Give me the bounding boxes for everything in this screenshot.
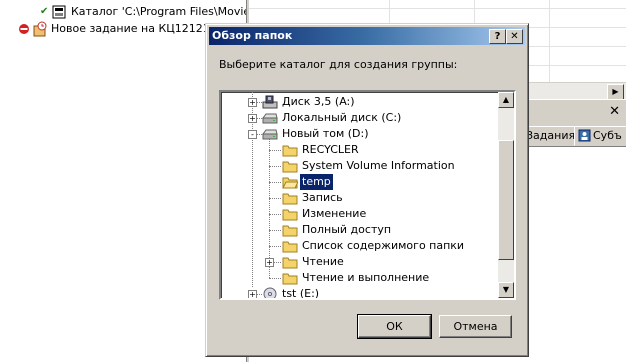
subjects-icon [578, 129, 591, 142]
tree-item-catalog[interactable]: ✔ Каталог 'C:\Program Files\Movie Ma [40, 4, 270, 20]
tab-label: Задания [526, 129, 576, 142]
scroll-right-button[interactable]: ▶ [607, 84, 624, 100]
tree-node-full-access[interactable]: Полный доступ [221, 222, 498, 238]
tree-node-label: Полный доступ [302, 223, 392, 236]
task-icon [33, 21, 47, 37]
tree-node-label: Изменение [302, 207, 367, 220]
tree-node-label: Чтение и выполнение [302, 271, 430, 284]
red-status-icon [34, 0, 48, 2]
tree-item-label: Каталог 'C:\Program Files\Movie Ma [71, 5, 270, 18]
expand-icon[interactable]: + [248, 290, 257, 298]
catalog-icon [52, 5, 66, 19]
tree-node-izmenenie[interactable]: Изменение [221, 206, 498, 222]
tree-node-label: RECYCLER [302, 143, 359, 156]
dialog-prompt: Выберите каталог для создания группы: [219, 58, 458, 71]
tree-node-label: Запись [302, 191, 343, 204]
folder-tree[interactable]: + Диск 3,5 (A:) + Локальный диск (C:) - [219, 90, 516, 300]
folder-icon [282, 225, 298, 237]
check-icon: ✔ [40, 6, 49, 17]
tab-tasks[interactable]: Задания [521, 126, 581, 146]
folder-icon [282, 193, 298, 205]
folder-icon [282, 145, 298, 157]
floppy-drive-icon [262, 95, 278, 109]
dialog-title: Обзор папок [212, 29, 293, 42]
browse-folders-dialog: Обзор папок ? ✕ Выберите каталог для соз… [205, 23, 529, 357]
tree-node-list-folder[interactable]: Список содержимого папки [221, 238, 498, 254]
folder-icon [282, 257, 298, 269]
tree-node-label: Новый том (D:) [282, 127, 369, 140]
folder-icon [282, 209, 298, 221]
tree-item-label: Новое задание на КЦ12121 [51, 22, 210, 35]
close-panel-button[interactable]: ✕ [609, 104, 620, 119]
dialog-titlebar[interactable]: Обзор папок ? ✕ [209, 27, 525, 45]
tree-node-label: Диск 3,5 (A:) [282, 95, 355, 108]
tree-node-label: System Volume Information [302, 159, 455, 172]
folder-icon [282, 161, 298, 173]
expand-icon[interactable]: + [248, 98, 257, 107]
vertical-scrollbar[interactable]: ▲ ▼ [498, 92, 514, 298]
close-button[interactable]: ✕ [506, 29, 523, 44]
tree-node-read[interactable]: + Чтение [221, 254, 498, 270]
folder-icon [282, 241, 298, 253]
expand-icon[interactable]: + [265, 258, 274, 267]
tab-subjects[interactable]: Субъ [574, 126, 626, 146]
scroll-thumb[interactable] [498, 140, 514, 260]
folder-icon [282, 273, 298, 285]
tree-node-label: Список содержимого папки [302, 239, 465, 252]
scroll-down-button[interactable]: ▼ [498, 282, 514, 298]
tree-node-drive-c[interactable]: + Локальный диск (C:) [221, 110, 498, 126]
open-folder-icon [282, 177, 298, 189]
tree-node-label: Чтение [302, 255, 344, 268]
ok-button[interactable]: ОК [357, 314, 432, 339]
tree-node-label: tst (E:) [282, 287, 320, 300]
help-button[interactable]: ? [489, 29, 506, 44]
hard-drive-icon [262, 113, 278, 124]
tree-node-drive-e[interactable]: + tst (E:) [221, 286, 498, 300]
scroll-up-button[interactable]: ▲ [498, 92, 514, 108]
tree-node-recycler[interactable]: RECYCLER [221, 142, 498, 158]
tree-node-zapis[interactable]: Запись [221, 190, 498, 206]
tree-node-drive-d[interactable]: - Новый том (D:) [221, 126, 498, 142]
tree-node-floppy[interactable]: + Диск 3,5 (A:) [221, 94, 498, 110]
expand-icon[interactable]: + [248, 114, 257, 123]
tab-label: Субъ [593, 129, 622, 142]
tree-node-system-volume-information[interactable]: System Volume Information [221, 158, 498, 174]
cd-drive-icon [263, 287, 277, 298]
tree-node-temp[interactable]: temp [221, 174, 498, 190]
cancel-button[interactable]: Отмена [439, 315, 512, 338]
tree-node-label-selected: temp [300, 174, 333, 190]
stop-icon [19, 24, 29, 34]
hard-drive-icon [262, 129, 278, 140]
tree-node-label: Локальный диск (C:) [282, 111, 402, 124]
collapse-icon[interactable]: - [248, 130, 257, 139]
tree-node-read-execute[interactable]: Чтение и выполнение [221, 270, 498, 286]
